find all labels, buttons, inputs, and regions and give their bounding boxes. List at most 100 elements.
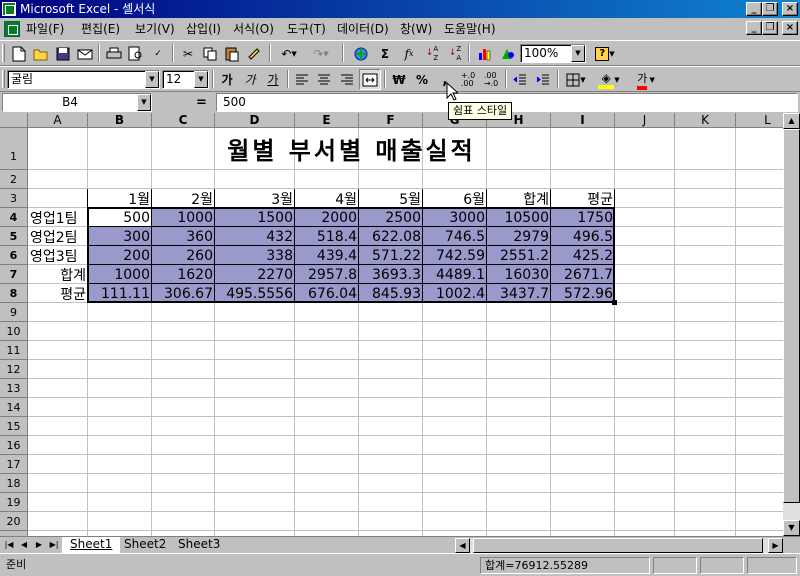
chart-wizard-icon[interactable] <box>474 43 496 64</box>
doc-minimize-button[interactable]: _ <box>746 21 762 35</box>
print-preview-icon[interactable] <box>125 43 147 64</box>
data-cell[interactable]: 742.59 <box>423 246 487 265</box>
align-left-icon[interactable] <box>291 69 313 90</box>
font-name-dropdown-arrow[interactable]: ▼ <box>145 71 159 88</box>
data-cell[interactable]: 1000 <box>88 265 152 284</box>
sheet-tab-1[interactable]: Sheet1 <box>62 537 121 553</box>
menu-insert[interactable]: 삽입(I) <box>186 21 221 37</box>
row-header-18[interactable]: 18 <box>0 474 28 493</box>
row-header-14[interactable]: 14 <box>0 398 28 417</box>
name-box-dropdown-arrow[interactable]: ▼ <box>137 94 151 111</box>
zoom-select[interactable]: 100% ▼ <box>520 44 586 63</box>
data-cell[interactable]: 260 <box>152 246 215 265</box>
excel-app-icon[interactable] <box>2 2 16 16</box>
data-cell[interactable]: 338 <box>215 246 295 265</box>
redo-icon[interactable]: ↷ ▼ <box>306 43 336 64</box>
doc-restore-button[interactable]: ❐ <box>762 21 778 35</box>
data-cell[interactable]: 1750 <box>551 208 615 227</box>
menu-view[interactable]: 보기(V) <box>135 21 175 37</box>
scroll-left-button[interactable]: ◀ <box>455 538 470 553</box>
data-cell[interactable]: 622.08 <box>359 227 423 246</box>
row-header-10[interactable]: 10 <box>0 322 28 341</box>
font-size-dropdown-arrow[interactable]: ▼ <box>194 71 208 88</box>
borders-icon[interactable]: ▼ <box>561 69 591 90</box>
data-cell[interactable]: 2551.2 <box>487 246 551 265</box>
data-cell[interactable]: 306.67 <box>152 284 215 303</box>
data-cell[interactable]: 1500 <box>215 208 295 227</box>
data-cell[interactable]: 572.96 <box>551 284 615 303</box>
autosum-icon[interactable]: Σ <box>374 43 396 64</box>
menu-tools[interactable]: 도구(T) <box>287 21 326 37</box>
data-cell[interactable]: 425.2 <box>551 246 615 265</box>
row-header-5[interactable]: 5 <box>0 227 28 246</box>
data-cell[interactable]: 300 <box>88 227 152 246</box>
sort-descending-icon[interactable]: ↓ Z A <box>444 43 466 64</box>
data-cell[interactable]: 2500 <box>359 208 423 227</box>
data-cell[interactable]: 111.11 <box>88 284 152 303</box>
data-cell[interactable]: 439.4 <box>295 246 359 265</box>
data-cell[interactable]: 16030 <box>487 265 551 284</box>
row-header-7[interactable]: 7 <box>0 265 28 284</box>
cut-icon[interactable]: ✂ <box>177 43 199 64</box>
data-cell[interactable]: 571.22 <box>359 246 423 265</box>
send-mail-icon[interactable] <box>74 43 96 64</box>
row-header-13[interactable]: 13 <box>0 379 28 398</box>
data-cell[interactable]: 200 <box>88 246 152 265</box>
zoom-dropdown-arrow[interactable]: ▼ <box>571 45 585 62</box>
column-header-d[interactable]: D <box>215 113 295 128</box>
row-header-11[interactable]: 11 <box>0 341 28 360</box>
menu-help[interactable]: 도움말(H) <box>444 21 496 37</box>
row-header-3[interactable]: 3 <box>0 189 28 208</box>
column-header-j[interactable]: J <box>615 113 675 128</box>
close-button[interactable]: × <box>782 2 798 16</box>
paste-icon[interactable] <box>221 43 243 64</box>
decrease-decimal-icon[interactable]: .00 →.0 <box>480 69 502 90</box>
sheet-tab-3[interactable]: Sheet3 <box>170 537 228 553</box>
column-header-a[interactable]: A <box>28 113 88 128</box>
sheet-tab-2[interactable]: Sheet2 <box>116 537 174 553</box>
column-header-l[interactable]: L <box>736 113 783 128</box>
data-cell[interactable]: 676.04 <box>295 284 359 303</box>
currency-style-button[interactable]: ₩ <box>388 69 410 90</box>
last-sheet-button[interactable]: ▶| <box>47 538 61 552</box>
data-cell[interactable]: 3437.7 <box>487 284 551 303</box>
column-header-k[interactable]: K <box>675 113 736 128</box>
next-sheet-button[interactable]: ▶ <box>32 538 46 552</box>
row-header-1[interactable]: 1 <box>0 128 28 170</box>
data-cell[interactable]: 845.93 <box>359 284 423 303</box>
undo-icon[interactable]: ↶ ▼ <box>274 43 304 64</box>
formula-equals-sign[interactable]: = <box>196 95 207 110</box>
first-sheet-button[interactable]: |◀ <box>2 538 16 552</box>
horizontal-scrollbar[interactable]: ◀ ▶ <box>455 538 783 553</box>
row-header-4[interactable]: 4 <box>0 208 28 227</box>
data-cell[interactable]: 3693.3 <box>359 265 423 284</box>
prev-sheet-button[interactable]: ◀ <box>17 538 31 552</box>
row-header-15[interactable]: 15 <box>0 417 28 436</box>
column-header-f[interactable]: F <box>359 113 423 128</box>
column-header-e[interactable]: E <box>295 113 359 128</box>
worksheet-grid[interactable]: A B C D E F G H I J K L 1 2 3 4 5 6 7 8 9 10 11 12 13 14 15 16 17 18 1… <box>0 113 783 536</box>
save-icon[interactable] <box>52 43 74 64</box>
sort-ascending-icon[interactable]: ↓ A Z <box>421 43 443 64</box>
row-header-9[interactable]: 9 <box>0 303 28 322</box>
spelling-icon[interactable]: ✓ <box>147 43 169 64</box>
row-header-8[interactable]: 8 <box>0 284 28 303</box>
align-right-icon[interactable] <box>336 69 358 90</box>
row-header-17[interactable]: 17 <box>0 455 28 474</box>
vertical-scrollbar[interactable]: ▲ ▼ <box>783 113 800 536</box>
insert-hyperlink-icon[interactable] <box>350 43 372 64</box>
data-cell[interactable]: 1002.4 <box>423 284 487 303</box>
merge-center-icon[interactable] <box>359 69 381 90</box>
row-header-16[interactable]: 16 <box>0 436 28 455</box>
font-color-icon[interactable]: 가 ▼ <box>627 69 665 90</box>
data-cell[interactable]: 518.4 <box>295 227 359 246</box>
data-cell[interactable]: 2979 <box>487 227 551 246</box>
row-header-19[interactable]: 19 <box>0 493 28 512</box>
horizontal-scroll-thumb[interactable] <box>473 538 763 553</box>
office-assistant-icon[interactable]: ? ▼ <box>590 43 620 64</box>
open-folder-icon[interactable] <box>30 43 52 64</box>
row-header-6[interactable]: 6 <box>0 246 28 265</box>
row-header-12[interactable]: 12 <box>0 360 28 379</box>
data-cell[interactable]: 10500 <box>487 208 551 227</box>
increase-decimal-icon[interactable]: +.0.00 <box>457 69 479 90</box>
